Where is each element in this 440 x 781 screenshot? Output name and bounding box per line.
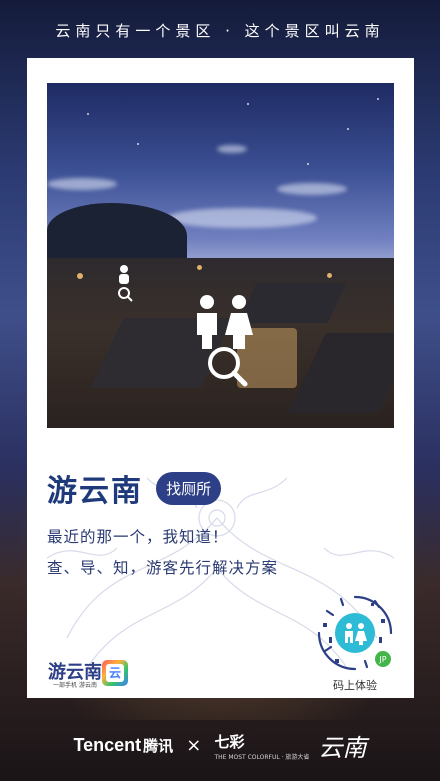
brand-title: 游云南 xyxy=(47,474,143,509)
partner-footer: Tencent 腾讯 × 七彩 THE MOST COLORFUL · 旅游大省 … xyxy=(0,728,440,763)
hero-photo xyxy=(47,83,394,428)
toilet-search-icon xyxy=(197,295,253,387)
youyunnan-logo: 游云南 一部手机 游云南 xyxy=(48,662,102,689)
mini-program-qr-icon[interactable]: JP xyxy=(315,593,395,673)
tagline-secondary: 查、导、知，游客先行解决方案 xyxy=(47,559,279,577)
caption-row: 游云南 找厕所 xyxy=(47,466,222,510)
feature-tag: 找厕所 xyxy=(156,471,222,505)
small-search-pin-icon xyxy=(118,265,133,302)
yunnan-calligraphy: 云南 xyxy=(318,734,367,762)
tencent-cn: 腾讯 xyxy=(143,737,174,755)
qr-caption: 码上体验 xyxy=(333,679,377,692)
collab-symbol: × xyxy=(186,735,202,756)
tencent-logo: Tencent xyxy=(73,735,142,755)
tagline-primary: 最近的那一个，我知道！ xyxy=(47,528,229,546)
app-logo-icon: 云 xyxy=(102,660,128,686)
poster-card: 游云南 找厕所 最近的那一个，我知道！ 查、导、知，游客先行解决方案 JP 码上… xyxy=(27,58,414,698)
colorful-yunnan-logo: 七彩 THE MOST COLORFUL · 旅游大省 xyxy=(214,732,310,761)
header-slogan: 云南只有一个景区 · 这个景区叫云南 xyxy=(55,22,385,40)
svg-text:JP: JP xyxy=(378,655,386,664)
